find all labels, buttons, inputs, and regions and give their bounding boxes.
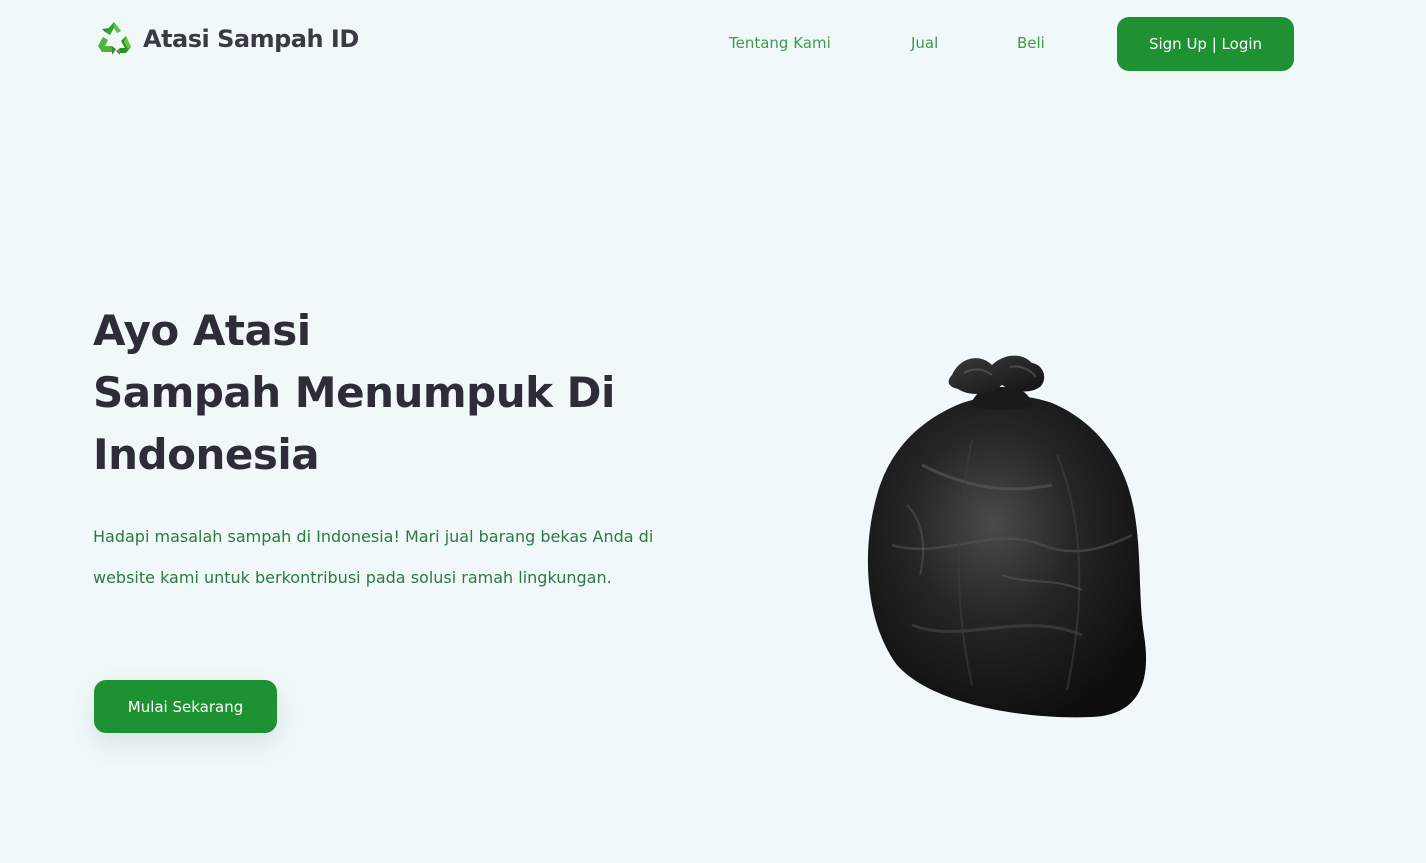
- hero-title: Ayo Atasi Sampah Menumpuk Di Indonesia: [93, 300, 733, 486]
- nav-link-beli[interactable]: Beli: [1017, 34, 1045, 52]
- hero-title-line-2: Sampah Menumpuk Di: [93, 368, 615, 417]
- hero-title-line-3: Indonesia: [93, 430, 320, 479]
- recycle-icon: [98, 22, 131, 55]
- hero-title-line-1: Ayo Atasi: [93, 306, 311, 355]
- navbar: Atasi Sampah ID Tentang Kami Jual Beli S…: [0, 0, 1426, 88]
- brand[interactable]: Atasi Sampah ID: [93, 18, 359, 60]
- garbage-bag-illustration: [867, 355, 1147, 718]
- nav-link-tentang-kami[interactable]: Tentang Kami: [729, 34, 831, 52]
- start-now-button[interactable]: Mulai Sekarang: [94, 680, 277, 733]
- brand-name: Atasi Sampah ID: [143, 25, 359, 53]
- signup-login-button[interactable]: Sign Up | Login: [1117, 17, 1294, 71]
- nav-link-jual[interactable]: Jual: [911, 34, 938, 52]
- hero-description: Hadapi masalah sampah di Indonesia! Mari…: [93, 527, 654, 587]
- garbage-bag-image: [852, 345, 1162, 730]
